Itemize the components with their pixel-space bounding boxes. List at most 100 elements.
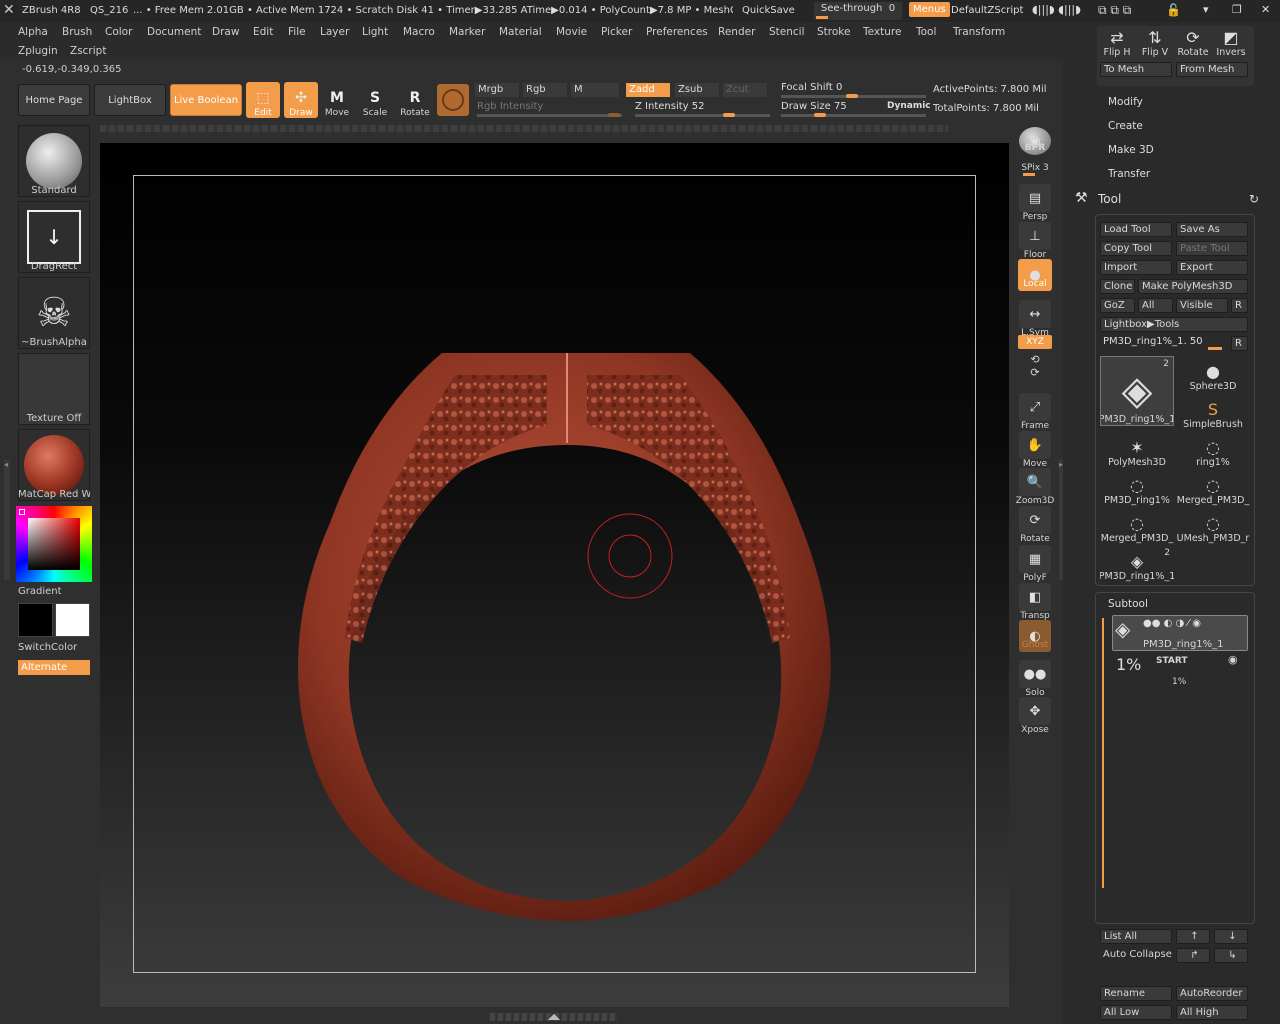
tool-thumbnail[interactable]: S SimpleBrush	[1176, 394, 1250, 430]
create-menu[interactable]: Create	[1108, 120, 1143, 132]
menu-material[interactable]: Material	[499, 26, 542, 38]
local-button[interactable]: ● Local	[1017, 259, 1053, 291]
flip-h-button[interactable]: ⇄ Flip H	[1100, 22, 1134, 58]
quicksave-button[interactable]: QuickSave	[742, 5, 795, 16]
rgb-intensity-knob[interactable]	[608, 113, 620, 117]
lock-icon[interactable]: 🔓	[1166, 3, 1181, 17]
menu-stencil[interactable]: Stencil	[769, 26, 805, 38]
goz-all-button[interactable]: All	[1138, 298, 1173, 313]
rgb-button[interactable]: Rgb	[523, 83, 567, 97]
tool-thumbnail[interactable]: ◌ Merged_PM3D_	[1176, 470, 1250, 506]
switchcolor-button[interactable]: SwitchColor	[18, 642, 90, 653]
all-low-button[interactable]: All Low	[1100, 1005, 1172, 1020]
menu-tool[interactable]: Tool	[916, 26, 936, 38]
goz-r-button[interactable]: R	[1231, 298, 1248, 313]
mrgb-button[interactable]: Mrgb	[475, 83, 519, 97]
z-intensity-slider[interactable]	[635, 114, 770, 117]
paste-tool-button[interactable]: Paste Tool	[1176, 241, 1248, 256]
tool-palette-title[interactable]: Tool	[1098, 192, 1121, 206]
color-square[interactable]	[28, 518, 80, 570]
rotate-deform-button[interactable]: ⟳ Rotate	[1176, 22, 1210, 58]
arrow-down-right-button[interactable]: ↳	[1214, 948, 1248, 963]
reset-icon[interactable]: ↻	[1249, 192, 1259, 206]
menu-document[interactable]: Document	[147, 26, 201, 38]
secondary-color-swatch[interactable]	[55, 603, 90, 637]
color-picker[interactable]	[16, 506, 92, 582]
menu-alpha[interactable]: Alpha	[18, 26, 48, 38]
subtool2-eye-icon[interactable]: ◉	[1228, 653, 1238, 666]
tool-thumbnail[interactable]: ◌ ring1%	[1176, 432, 1250, 468]
menu-layer[interactable]: Layer	[320, 26, 349, 38]
move-button[interactable]: M Move	[318, 82, 356, 118]
all-high-button[interactable]: All High	[1176, 1005, 1248, 1020]
move-view-button[interactable]: ✋ Move	[1017, 431, 1053, 469]
draw-button[interactable]: ✣ Draw	[284, 82, 318, 118]
window-tools-icon[interactable]: ⧉ ⧉ ⧉	[1098, 3, 1131, 18]
default-zscript[interactable]: DefaultZScript	[951, 5, 1023, 16]
menu-draw[interactable]: Draw	[212, 26, 239, 38]
make-polymesh-button[interactable]: Make PolyMesh3D	[1138, 279, 1248, 294]
goz-visible-button[interactable]: Visible	[1176, 298, 1228, 313]
invers-button[interactable]: ◩ Invers	[1214, 22, 1248, 58]
dynamic-toggle[interactable]: Dynamic	[887, 101, 931, 111]
tool-thumbnail[interactable]: ◈ PM3D_ring1%_1 2	[1100, 546, 1174, 582]
rotate-view-button[interactable]: ⟳ Rotate	[1017, 506, 1053, 544]
xyz-button[interactable]: XYZ	[1017, 335, 1053, 349]
zcut-button[interactable]: Zcut	[723, 83, 767, 97]
transfer-menu[interactable]: Transfer	[1108, 168, 1150, 180]
menu-picker[interactable]: Picker	[601, 26, 632, 38]
current-tool-slider[interactable]: PM3D_ring1%_1. 50	[1103, 336, 1203, 347]
canvas-scroll-strip[interactable]	[100, 125, 948, 132]
subtool-item-2[interactable]: 1% START ◉ 1%	[1112, 653, 1248, 689]
menu-zplugin[interactable]: Zplugin	[18, 45, 58, 57]
focal-shift-knob[interactable]	[846, 94, 858, 98]
clone-button[interactable]: Clone	[1100, 279, 1135, 294]
rotate-button[interactable]: R Rotate	[396, 82, 434, 118]
edit-button[interactable]: ⬚ Edit	[246, 82, 280, 118]
zsub-button[interactable]: Zsub	[675, 83, 719, 97]
transp-button[interactable]: ◧ Transp	[1017, 583, 1053, 621]
arrow-up-right-button[interactable]: ↱	[1176, 948, 1210, 963]
save-as-button[interactable]: Save As	[1176, 222, 1248, 237]
persp-button[interactable]: ▤ Persp	[1017, 184, 1053, 222]
move-up-button[interactable]: ↑	[1176, 929, 1210, 944]
spix-slider[interactable]: SPix 3	[1017, 163, 1053, 176]
bottom-tray-handle[interactable]: ◢◣	[490, 1013, 618, 1021]
tool-thumbnail[interactable]: ◌ Merged_PM3D_	[1100, 508, 1174, 544]
lsym-button[interactable]: ↔ L.Sym	[1017, 300, 1053, 338]
draw-size-slider[interactable]	[781, 114, 926, 117]
z-intensity-knob[interactable]	[723, 113, 735, 117]
auto-collapse-button[interactable]: Auto Collapse	[1100, 948, 1172, 963]
menu-transform[interactable]: Transform	[953, 26, 1005, 38]
maximize-icon[interactable]: ❐	[1232, 3, 1242, 16]
scale-button[interactable]: S Scale	[356, 82, 394, 118]
rotation-axis-icons[interactable]: ⟲ ⟳	[1017, 353, 1053, 379]
menu-preferences[interactable]: Preferences	[646, 26, 708, 38]
solo-button[interactable]: ●● Solo	[1017, 660, 1053, 698]
menu-render[interactable]: Render	[718, 26, 755, 38]
ui-layout-icon[interactable]: ◖|||◗ ◖|||◗	[1032, 3, 1081, 16]
menu-file[interactable]: File	[288, 26, 306, 38]
zoom3d-button[interactable]: 🔍 Zoom3D	[1016, 468, 1054, 506]
lightbox-button[interactable]: LightBox	[94, 84, 166, 116]
minimize-icon[interactable]: ▾	[1203, 3, 1209, 16]
alternate-button[interactable]: Alternate	[18, 660, 90, 675]
goz-button[interactable]: GoZ	[1100, 298, 1135, 313]
autoreorder-button[interactable]: AutoReorder	[1176, 986, 1248, 1001]
menu-stroke[interactable]: Stroke	[817, 26, 850, 38]
subtool-visibility-icons[interactable]: ●● ◐ ◑ ⁄ ◉	[1143, 618, 1201, 629]
current-tool-knob[interactable]	[1208, 347, 1222, 350]
lightbox-tools-button[interactable]: Lightbox▶Tools	[1100, 317, 1248, 332]
tool-thumbnail[interactable]: ✶ PolyMesh3D	[1100, 432, 1174, 468]
spix-knob[interactable]	[1023, 173, 1035, 176]
xpose-button[interactable]: ✥ Xpose	[1017, 697, 1053, 735]
copy-tool-button[interactable]: Copy Tool	[1100, 241, 1172, 256]
menu-marker[interactable]: Marker	[449, 26, 485, 38]
to-mesh-button[interactable]: To Mesh	[1100, 62, 1172, 77]
menus-toggle[interactable]: Menus	[909, 2, 950, 17]
modify-menu[interactable]: Modify	[1108, 96, 1143, 108]
import-button[interactable]: Import	[1100, 260, 1172, 275]
rgb-intensity-slider[interactable]	[477, 114, 622, 117]
load-tool-button[interactable]: Load Tool	[1100, 222, 1172, 237]
tool-thumbnail[interactable]: ◈ PM3D_ring1%_1 2	[1100, 356, 1174, 426]
